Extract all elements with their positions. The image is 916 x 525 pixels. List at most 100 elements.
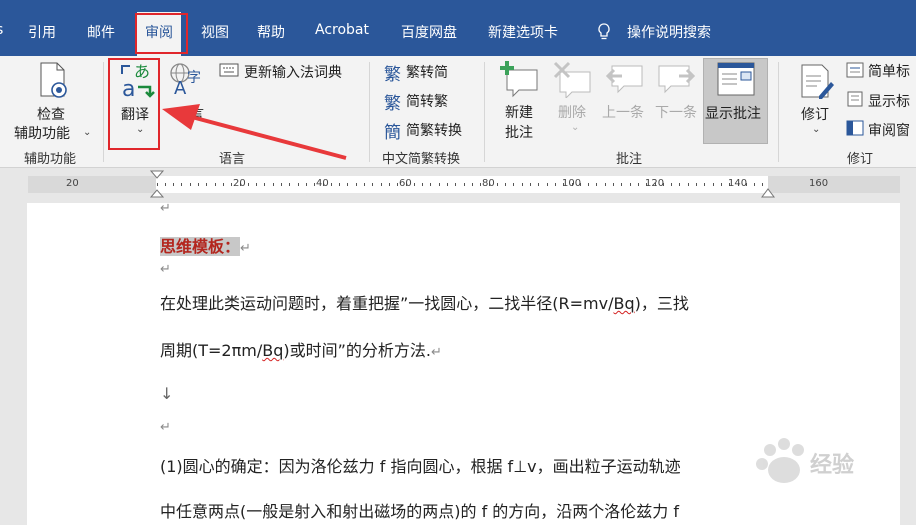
ruler-tick	[189, 183, 191, 186]
next-comment-icon	[658, 65, 696, 94]
ruler-label: 60	[399, 178, 412, 189]
tab-acrobat[interactable]: Acrobat	[315, 22, 369, 38]
lightbulb-icon	[598, 23, 610, 40]
simp-to-trad-icon: 繁	[384, 94, 401, 114]
group-accessibility: 辅助功能	[24, 152, 77, 167]
divider	[103, 62, 104, 162]
trad-to-simp[interactable]: 繁转简	[406, 62, 448, 82]
tab-new[interactable]: 新建选项卡	[488, 22, 558, 42]
spelling-error[interactable]: Bq	[262, 341, 283, 360]
simp-to-trad[interactable]: 简转繁	[406, 91, 448, 111]
ruler-tick	[181, 183, 183, 186]
ruler-tick	[347, 183, 349, 186]
check-accessibility-label2[interactable]: 辅助功能	[14, 123, 70, 143]
ruler-tick	[621, 183, 623, 186]
chevron-down-icon[interactable]: ⌄	[571, 122, 579, 133]
body-paragraph-1: 在处理此类运动问题时，着重把握”一找圆心，二找半径(R=mv/Bq)，三找	[160, 294, 689, 313]
ruler-tick	[671, 183, 673, 186]
ruler-tick	[538, 183, 540, 186]
ruler-tick	[712, 183, 714, 186]
annotation-arrow	[162, 104, 347, 160]
simp-trad-convert[interactable]: 简繁转换	[406, 120, 462, 140]
ruler-tick	[297, 183, 299, 186]
reviewing-pane-icon	[846, 120, 864, 136]
new-comment-label2[interactable]: 批注	[505, 122, 533, 142]
ruler-tick	[696, 183, 697, 186]
simple-markup-select[interactable]: 简单标	[868, 61, 910, 81]
ruler-tick	[164, 183, 166, 186]
ruler-tick	[496, 183, 498, 186]
trad-to-simp-icon: 繁	[384, 65, 401, 85]
ruler-label: 20	[233, 178, 246, 189]
ruler-tick	[637, 183, 639, 186]
ruler-tick	[754, 183, 756, 186]
tab-baidu[interactable]: 百度网盘	[401, 22, 457, 42]
reviewing-pane[interactable]: 审阅窗	[868, 120, 910, 140]
ruler-tick	[289, 183, 291, 186]
paragraph-mark: ↵	[160, 420, 171, 435]
markup-icon	[846, 62, 864, 78]
ruler-tick	[554, 183, 556, 186]
ruler-tick	[198, 183, 199, 186]
group-comments: 批注	[616, 152, 643, 167]
ruler-tick	[247, 183, 249, 186]
keyboard-icon	[219, 63, 239, 77]
tab-mailings[interactable]: 邮件	[87, 22, 115, 42]
svg-text:A: A	[174, 78, 187, 96]
new-comment-label1[interactable]: 新建	[505, 102, 533, 122]
body-paragraph-3: (1)圆心的确定：因为洛伦兹力 f 指向圆心，根据 f⊥v，画出粒子运动轨迹	[160, 457, 681, 476]
tell-me-search[interactable]: 操作说明搜索	[627, 22, 711, 42]
track-changes-label[interactable]: 修订	[801, 104, 829, 124]
ruler-tick	[438, 183, 440, 186]
heading-line: 思维模板：↵	[160, 233, 251, 257]
ruler-label: 40	[316, 178, 329, 189]
ruler-tick	[422, 183, 424, 186]
paragraph-mark: ↵	[160, 262, 171, 277]
tab-view[interactable]: 视图	[201, 22, 229, 42]
tab-help[interactable]: 帮助	[257, 22, 285, 42]
delete-comment-label[interactable]: 删除	[558, 102, 586, 122]
delete-comment-icon	[553, 61, 591, 98]
ruler-tick	[447, 183, 448, 186]
group-chinese-conversion: 中文简繁转换	[382, 152, 461, 167]
right-indent-marker-icon[interactable]	[761, 184, 775, 198]
svg-text:字: 字	[187, 70, 201, 86]
ruler-tick	[521, 183, 523, 186]
ruler-tick	[355, 183, 357, 186]
ruler-tick	[330, 183, 332, 186]
ruler-tick	[388, 183, 390, 186]
paragraph-mark: ↵	[240, 241, 251, 256]
tab-cut[interactable]: s	[0, 22, 3, 38]
previous-comment-icon	[605, 65, 643, 94]
show-comments-label[interactable]: 显示批注	[705, 103, 761, 123]
ruler-tick	[413, 183, 415, 186]
ruler-tick	[687, 183, 689, 186]
show-comments-icon	[717, 62, 755, 96]
tab-references[interactable]: 引用	[28, 22, 56, 42]
divider	[484, 62, 485, 162]
update-ime-dictionary[interactable]: 更新输入法词典	[244, 62, 342, 82]
convert-icon: 簡	[384, 123, 401, 143]
ruler-label: 80	[482, 178, 495, 189]
divider	[778, 62, 779, 162]
ruler-tick	[588, 183, 590, 186]
line-break-mark: ↓	[160, 384, 174, 403]
previous-comment-label[interactable]: 上一条	[602, 102, 644, 122]
chevron-down-icon[interactable]: ⌄	[812, 124, 820, 135]
new-comment-icon	[500, 61, 538, 98]
ruler-tick	[530, 183, 531, 186]
divider	[369, 62, 370, 162]
language-icon: 字 A	[170, 63, 201, 96]
next-comment-label[interactable]: 下一条	[655, 102, 697, 122]
indent-marker-icon[interactable]	[150, 170, 164, 198]
chevron-down-icon[interactable]: ⌄	[83, 127, 91, 138]
spelling-error[interactable]: Bq	[614, 294, 635, 313]
ruler-tick	[339, 183, 341, 186]
show-markup-icon	[847, 91, 863, 107]
ruler-tick	[256, 183, 258, 186]
ruler-left-margin	[28, 176, 156, 193]
check-accessibility-label1[interactable]: 检查	[37, 104, 65, 124]
ruler-tick	[513, 183, 515, 186]
show-markup[interactable]: 显示标	[868, 91, 910, 111]
ruler-label: 20	[66, 178, 79, 189]
